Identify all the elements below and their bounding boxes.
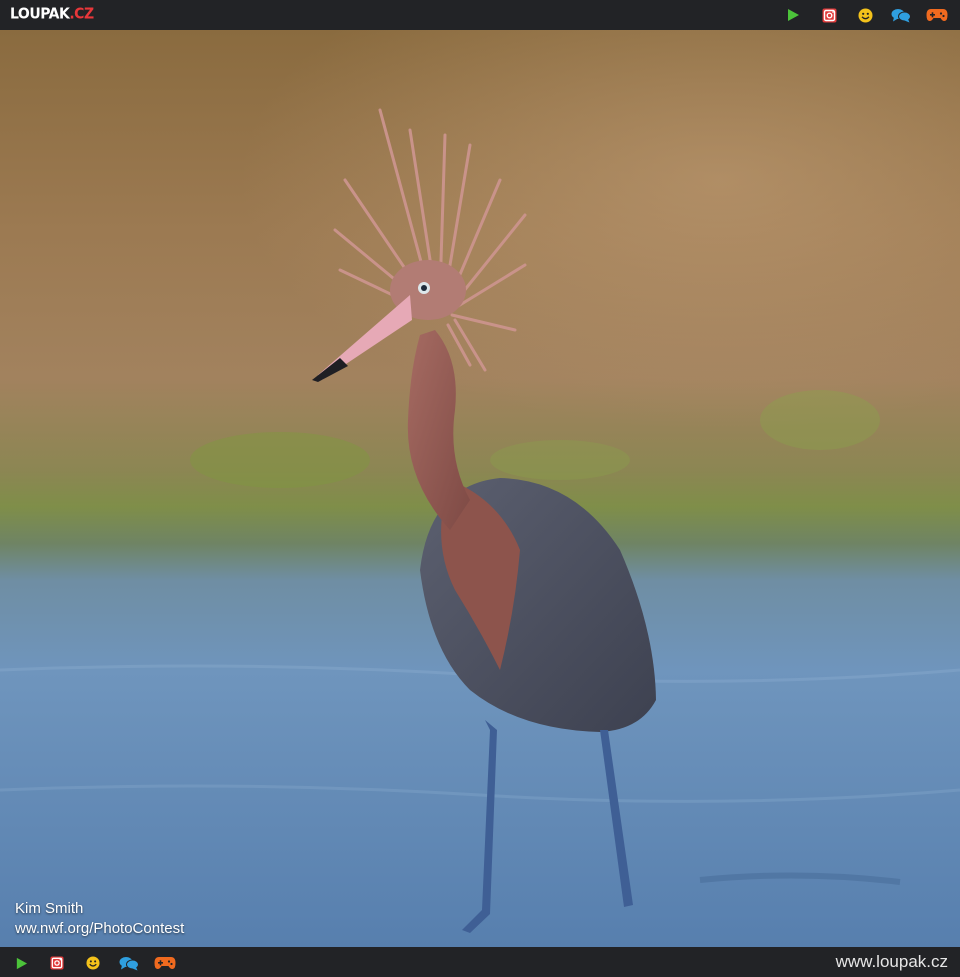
gamepad-icon[interactable] — [926, 6, 948, 24]
chat-icon[interactable] — [890, 6, 912, 24]
smiley-icon[interactable] — [854, 6, 876, 24]
top-icon-row — [782, 6, 948, 24]
instagram-icon[interactable] — [818, 6, 840, 24]
credit-name: Kim Smith — [15, 900, 84, 917]
logo-tld: .CZ — [69, 5, 94, 23]
egret-photo: Kim Smith ww.nwf.org/PhotoContest — [0, 30, 960, 947]
instagram-icon[interactable] — [46, 954, 68, 972]
top-bar: LOUPAK.CZ — [0, 0, 960, 30]
site-logo[interactable]: LOUPAK.CZ — [10, 5, 94, 23]
gamepad-icon[interactable] — [154, 954, 176, 972]
photo-credit: Kim Smith ww.nwf.org/PhotoContest — [15, 899, 184, 939]
credit-source: ww.nwf.org/PhotoContest — [15, 920, 185, 937]
bottom-bar: www.loupak.cz — [0, 947, 960, 977]
logo-main: LOUPAK — [10, 5, 70, 23]
play-icon[interactable] — [10, 954, 32, 972]
site-url[interactable]: www.loupak.cz — [836, 952, 948, 972]
chat-icon[interactable] — [118, 954, 140, 972]
bottom-icon-row — [10, 954, 176, 972]
play-icon[interactable] — [782, 6, 804, 24]
smiley-icon[interactable] — [82, 954, 104, 972]
